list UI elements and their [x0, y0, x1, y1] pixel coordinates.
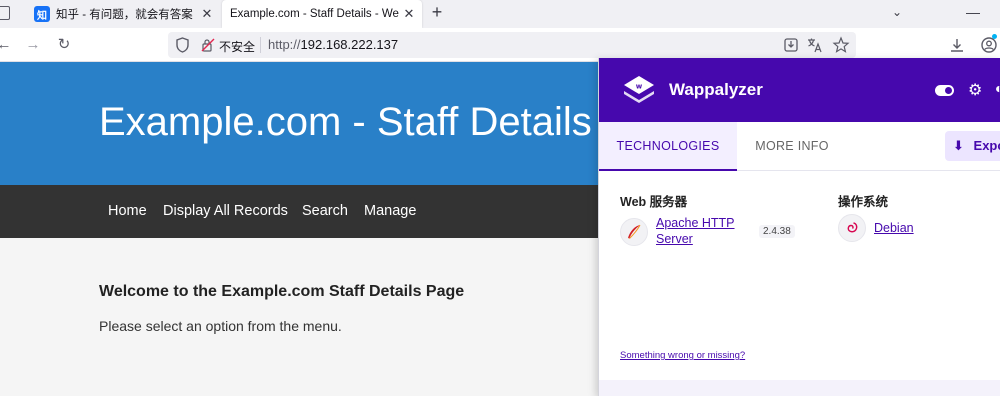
tech-name-line2: Server: [656, 232, 693, 246]
gear-icon[interactable]: ⚙: [968, 80, 982, 100]
tab-staff-details[interactable]: Example.com - Staff Details - We ✕: [222, 0, 422, 28]
menu-item-manage[interactable]: Manage: [364, 203, 416, 219]
close-icon[interactable]: ✕: [198, 6, 216, 22]
address-bar[interactable]: 不安全 http://192.168.222.137: [168, 32, 856, 58]
minimize-icon[interactable]: —: [966, 4, 980, 20]
debian-swirl-icon: [838, 214, 866, 242]
wappalyzer-footer: [599, 380, 1000, 396]
wappalyzer-tabs: TECHNOLOGIES MORE INFO ⬇ Expo: [599, 122, 1000, 171]
bookmark-star-icon[interactable]: [832, 36, 850, 54]
svg-text:w: w: [636, 83, 643, 91]
downloads-icon[interactable]: [948, 36, 966, 54]
tab-strip: 知 知乎 - 有问题，就会有答案 ✕ Example.com - Staff D…: [0, 0, 1000, 28]
menu-item-home[interactable]: Home: [108, 203, 147, 219]
tech-name-line1: Apache HTTP: [656, 216, 735, 230]
wappalyzer-popup: w Wappalyzer ⚙ ◐ TECHNOLOGIES MORE INFO …: [598, 58, 1000, 396]
more-icon[interactable]: ◐: [995, 80, 1000, 96]
tab-technologies[interactable]: TECHNOLOGIES: [599, 122, 737, 171]
apache-feather-icon: [620, 218, 648, 246]
category-operating-system: 操作系统: [838, 195, 889, 209]
instruction-text: Please select an option from the menu.: [99, 318, 342, 334]
url-host: 192.168.222.137: [300, 37, 399, 52]
shield-icon[interactable]: [176, 37, 189, 53]
tech-link-debian[interactable]: Debian: [874, 220, 914, 236]
tab-title: Example.com - Staff Details - We: [230, 8, 399, 20]
download-icon: ⬇: [953, 138, 964, 153]
close-icon[interactable]: ✕: [400, 6, 418, 22]
wappalyzer-header: w Wappalyzer ⚙ ◐: [599, 58, 1000, 122]
url-text[interactable]: http://192.168.222.137: [268, 37, 398, 52]
export-label: Expo: [973, 138, 1000, 153]
back-button[interactable]: ←: [0, 35, 14, 55]
report-link[interactable]: Something wrong or missing?: [620, 350, 745, 361]
menu-item-search[interactable]: Search: [302, 203, 348, 219]
forward-button[interactable]: →: [23, 35, 43, 55]
theme-toggle[interactable]: [935, 85, 954, 96]
export-button[interactable]: ⬇ Expo: [945, 131, 1000, 161]
tab-title: 知乎 - 有问题，就会有答案: [56, 9, 193, 21]
tab-zhihu[interactable]: 知 知乎 - 有问题，就会有答案 ✕: [26, 0, 220, 28]
notification-dot: [992, 34, 997, 39]
site-title: Example.com - Staff Details: [99, 100, 592, 144]
insecure-label[interactable]: 不安全: [219, 38, 255, 55]
welcome-heading: Welcome to the Example.com Staff Details…: [99, 283, 465, 300]
wappalyzer-name: Wappalyzer: [669, 80, 763, 99]
url-divider: [260, 37, 261, 53]
category-web-server: Web 服务器: [620, 195, 688, 209]
menu-item-display-all-records[interactable]: Display All Records: [163, 203, 288, 219]
save-to-pocket-icon[interactable]: [782, 36, 800, 54]
url-scheme: http://: [268, 37, 301, 52]
tech-version: 2.4.38: [759, 225, 795, 238]
reload-button[interactable]: ↻: [54, 35, 74, 55]
new-tab-button[interactable]: +: [426, 2, 448, 23]
tech-link-apache[interactable]: Apache HTTP Server: [656, 215, 735, 247]
insecure-lock-icon[interactable]: [201, 38, 215, 52]
translate-icon[interactable]: [806, 36, 824, 54]
navigation-bar: ← → ↻ 不安全 http://192.168.222.137: [0, 28, 1000, 62]
wappalyzer-logo-icon: w: [624, 76, 654, 103]
tab-more-info[interactable]: MORE INFO: [737, 122, 847, 171]
zhihu-favicon-icon: 知: [34, 6, 50, 22]
tab-overview-icon[interactable]: [0, 6, 10, 20]
chevron-down-icon[interactable]: ⌄: [892, 5, 902, 19]
